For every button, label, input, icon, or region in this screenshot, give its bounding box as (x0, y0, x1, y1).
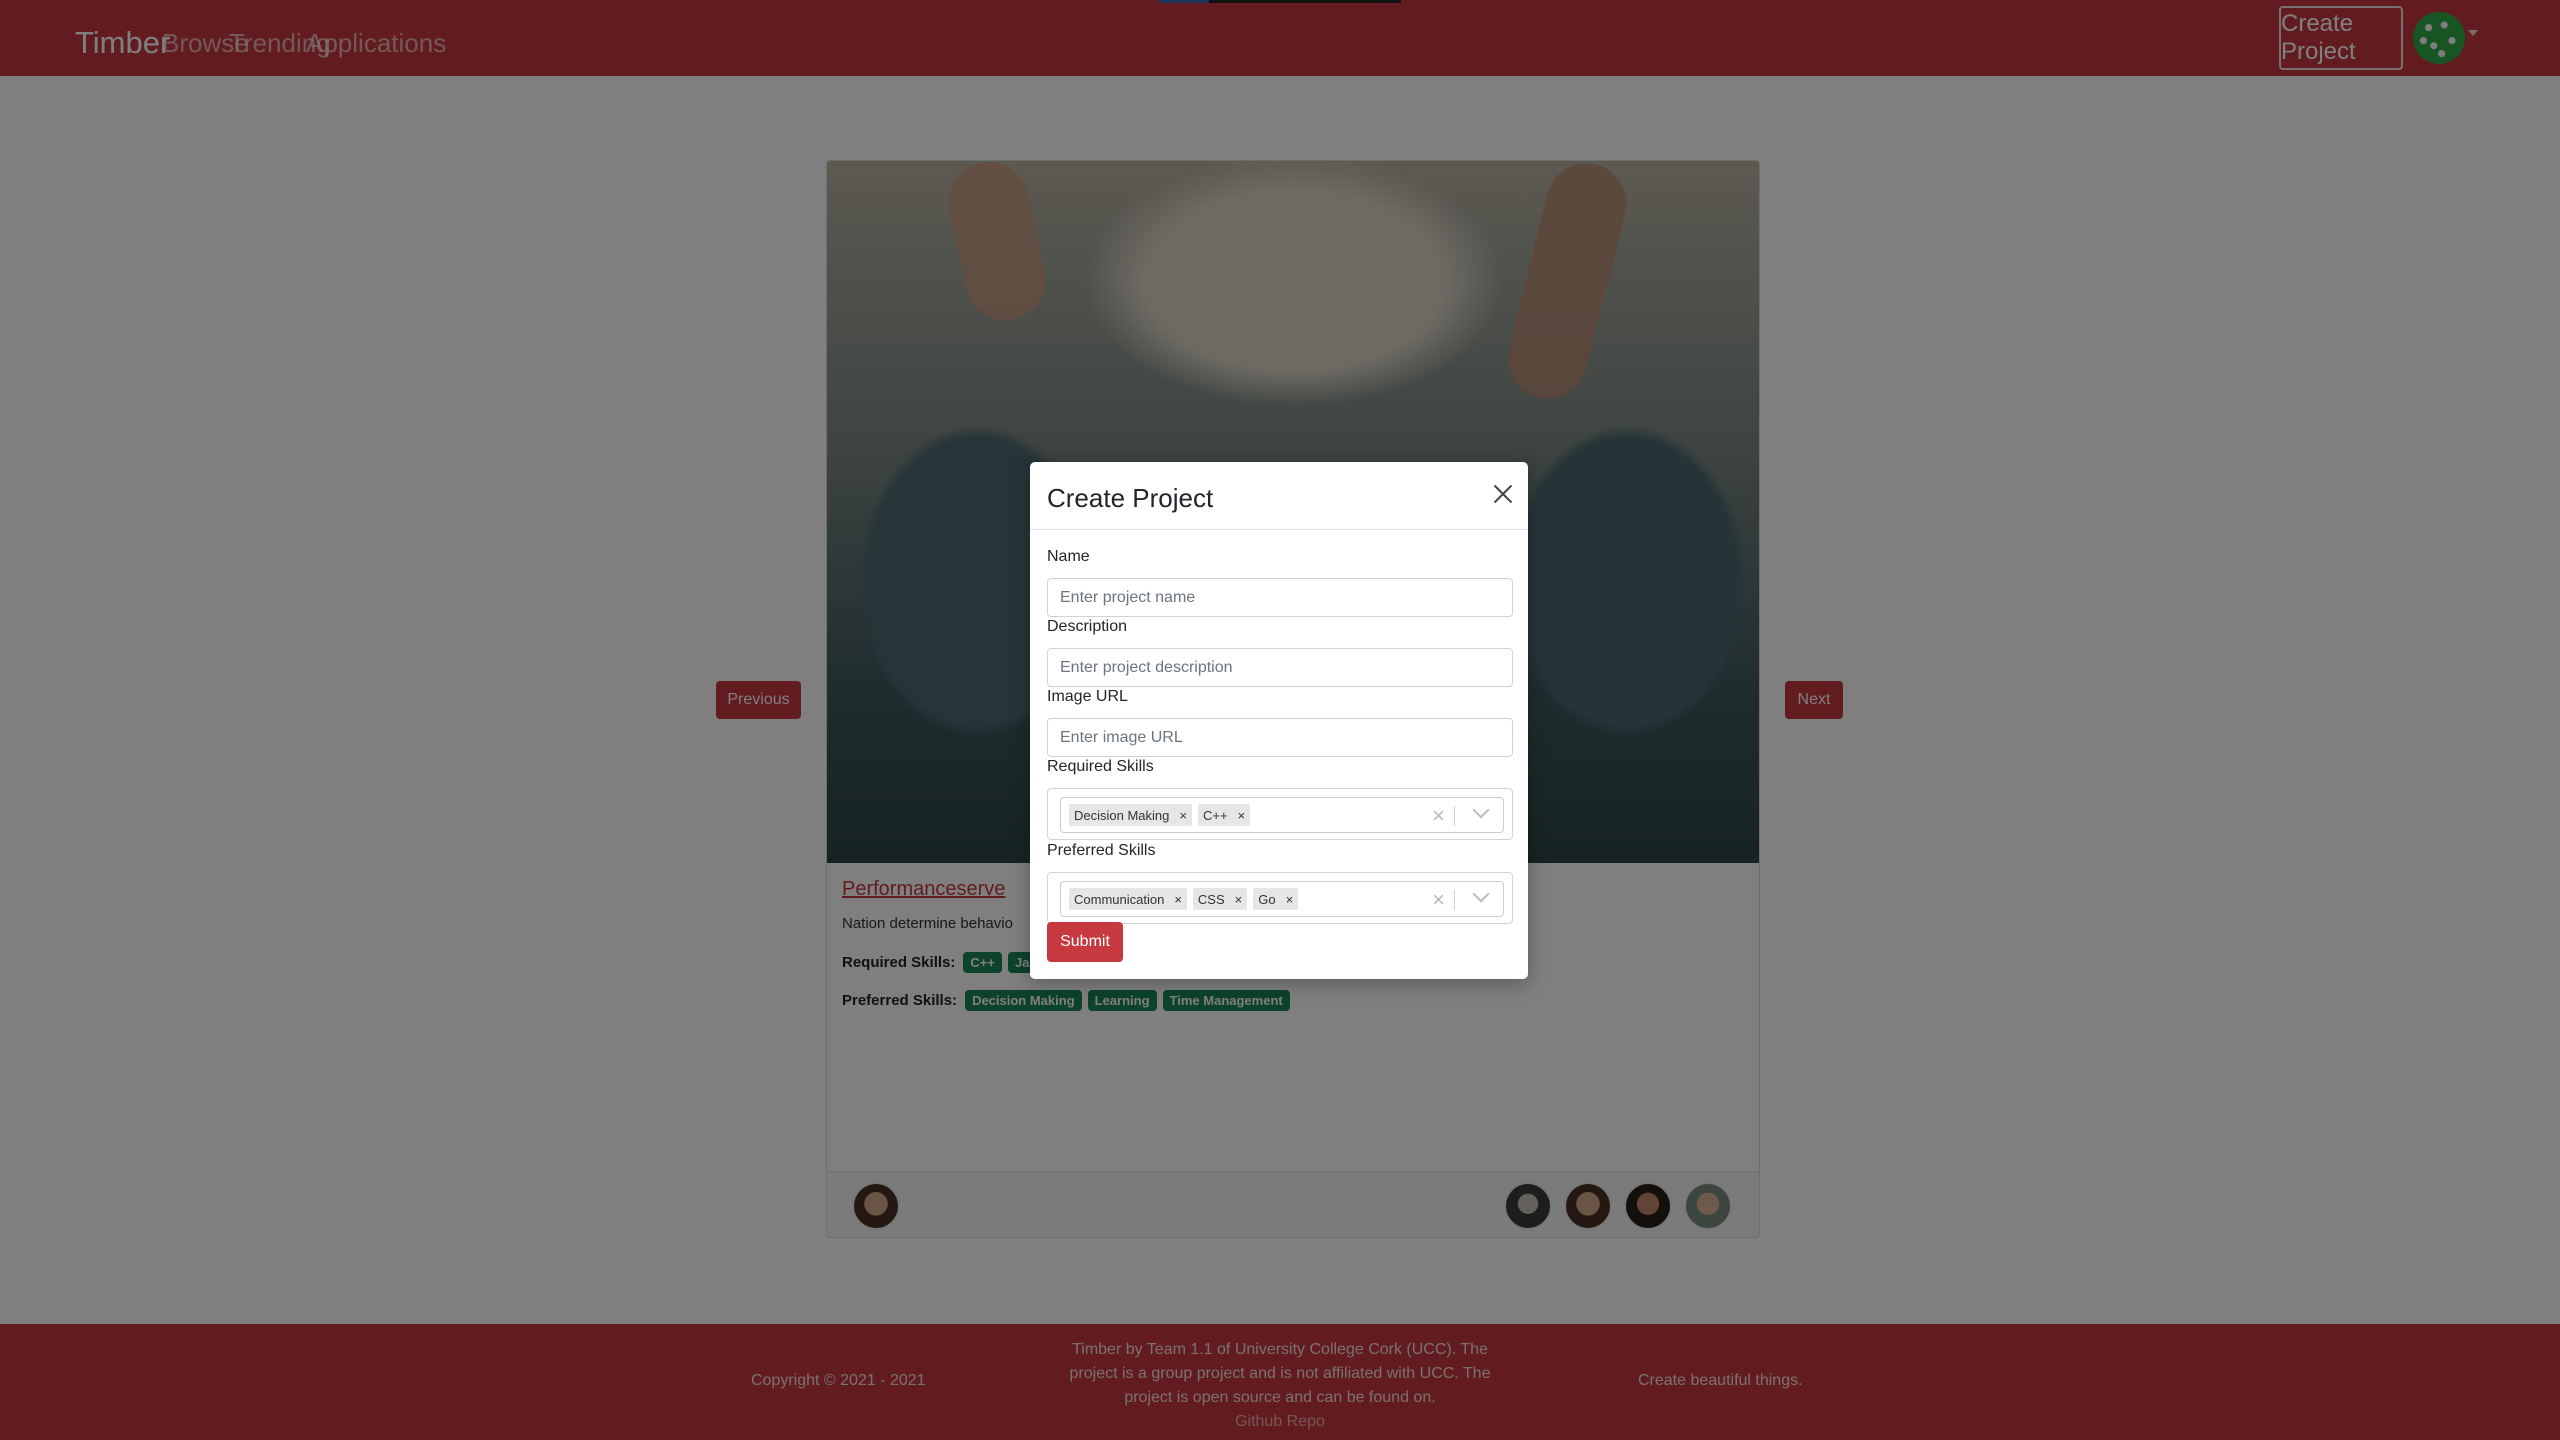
chip-label: Decision Making (1074, 807, 1170, 823)
clear-icon[interactable]: × (1432, 803, 1445, 829)
chip-label: CSS (1197, 891, 1225, 907)
select-separator (1454, 806, 1455, 826)
required-skills-label: Required Skills (1047, 758, 1154, 775)
remove-chip-icon[interactable]: × (1174, 808, 1192, 823)
selected-skill-chip: C++ × (1197, 804, 1251, 826)
description-label: Description (1047, 618, 1128, 635)
remove-chip-icon[interactable]: × (1169, 892, 1187, 907)
image-url-label: Image URL (1047, 688, 1128, 705)
preferred-skills-label: Preferred Skills (1047, 842, 1156, 859)
create-project-modal: Create Project Name Description Image UR… (1030, 462, 1528, 979)
required-skills-select[interactable]: Decision Making × C++ × × (1047, 788, 1513, 840)
modal-title: Create Project (1047, 483, 1214, 513)
multiselect-control[interactable]: Communication × CSS × Go × × (1060, 881, 1504, 917)
project-description-input[interactable] (1047, 648, 1513, 687)
selected-skill-chip: CSS × (1192, 888, 1248, 910)
chip-label: Communication (1074, 891, 1165, 907)
remove-chip-icon[interactable]: × (1233, 808, 1251, 823)
clear-icon[interactable]: × (1432, 887, 1445, 913)
chevron-down-icon[interactable] (1472, 801, 1490, 819)
remove-chip-icon[interactable]: × (1230, 892, 1248, 907)
select-separator (1454, 890, 1455, 910)
chip-label: C++ (1202, 807, 1228, 823)
selected-skill-chip: Decision Making × (1069, 804, 1192, 826)
name-label: Name (1047, 548, 1090, 565)
chevron-down-icon[interactable] (1472, 885, 1490, 903)
selected-skill-chip: Go × (1253, 888, 1299, 910)
selected-skill-chip: Communication × (1069, 888, 1187, 910)
submit-button[interactable]: Submit (1047, 922, 1123, 962)
image-url-input[interactable] (1047, 718, 1513, 757)
multiselect-control[interactable]: Decision Making × C++ × × (1060, 797, 1504, 833)
remove-chip-icon[interactable]: × (1281, 892, 1299, 907)
project-name-input[interactable] (1047, 578, 1513, 617)
close-icon[interactable] (1490, 481, 1516, 507)
preferred-skills-select[interactable]: Communication × CSS × Go × × (1047, 872, 1513, 924)
chip-label: Go (1258, 891, 1276, 907)
modal-header: Create Project (1030, 462, 1528, 530)
